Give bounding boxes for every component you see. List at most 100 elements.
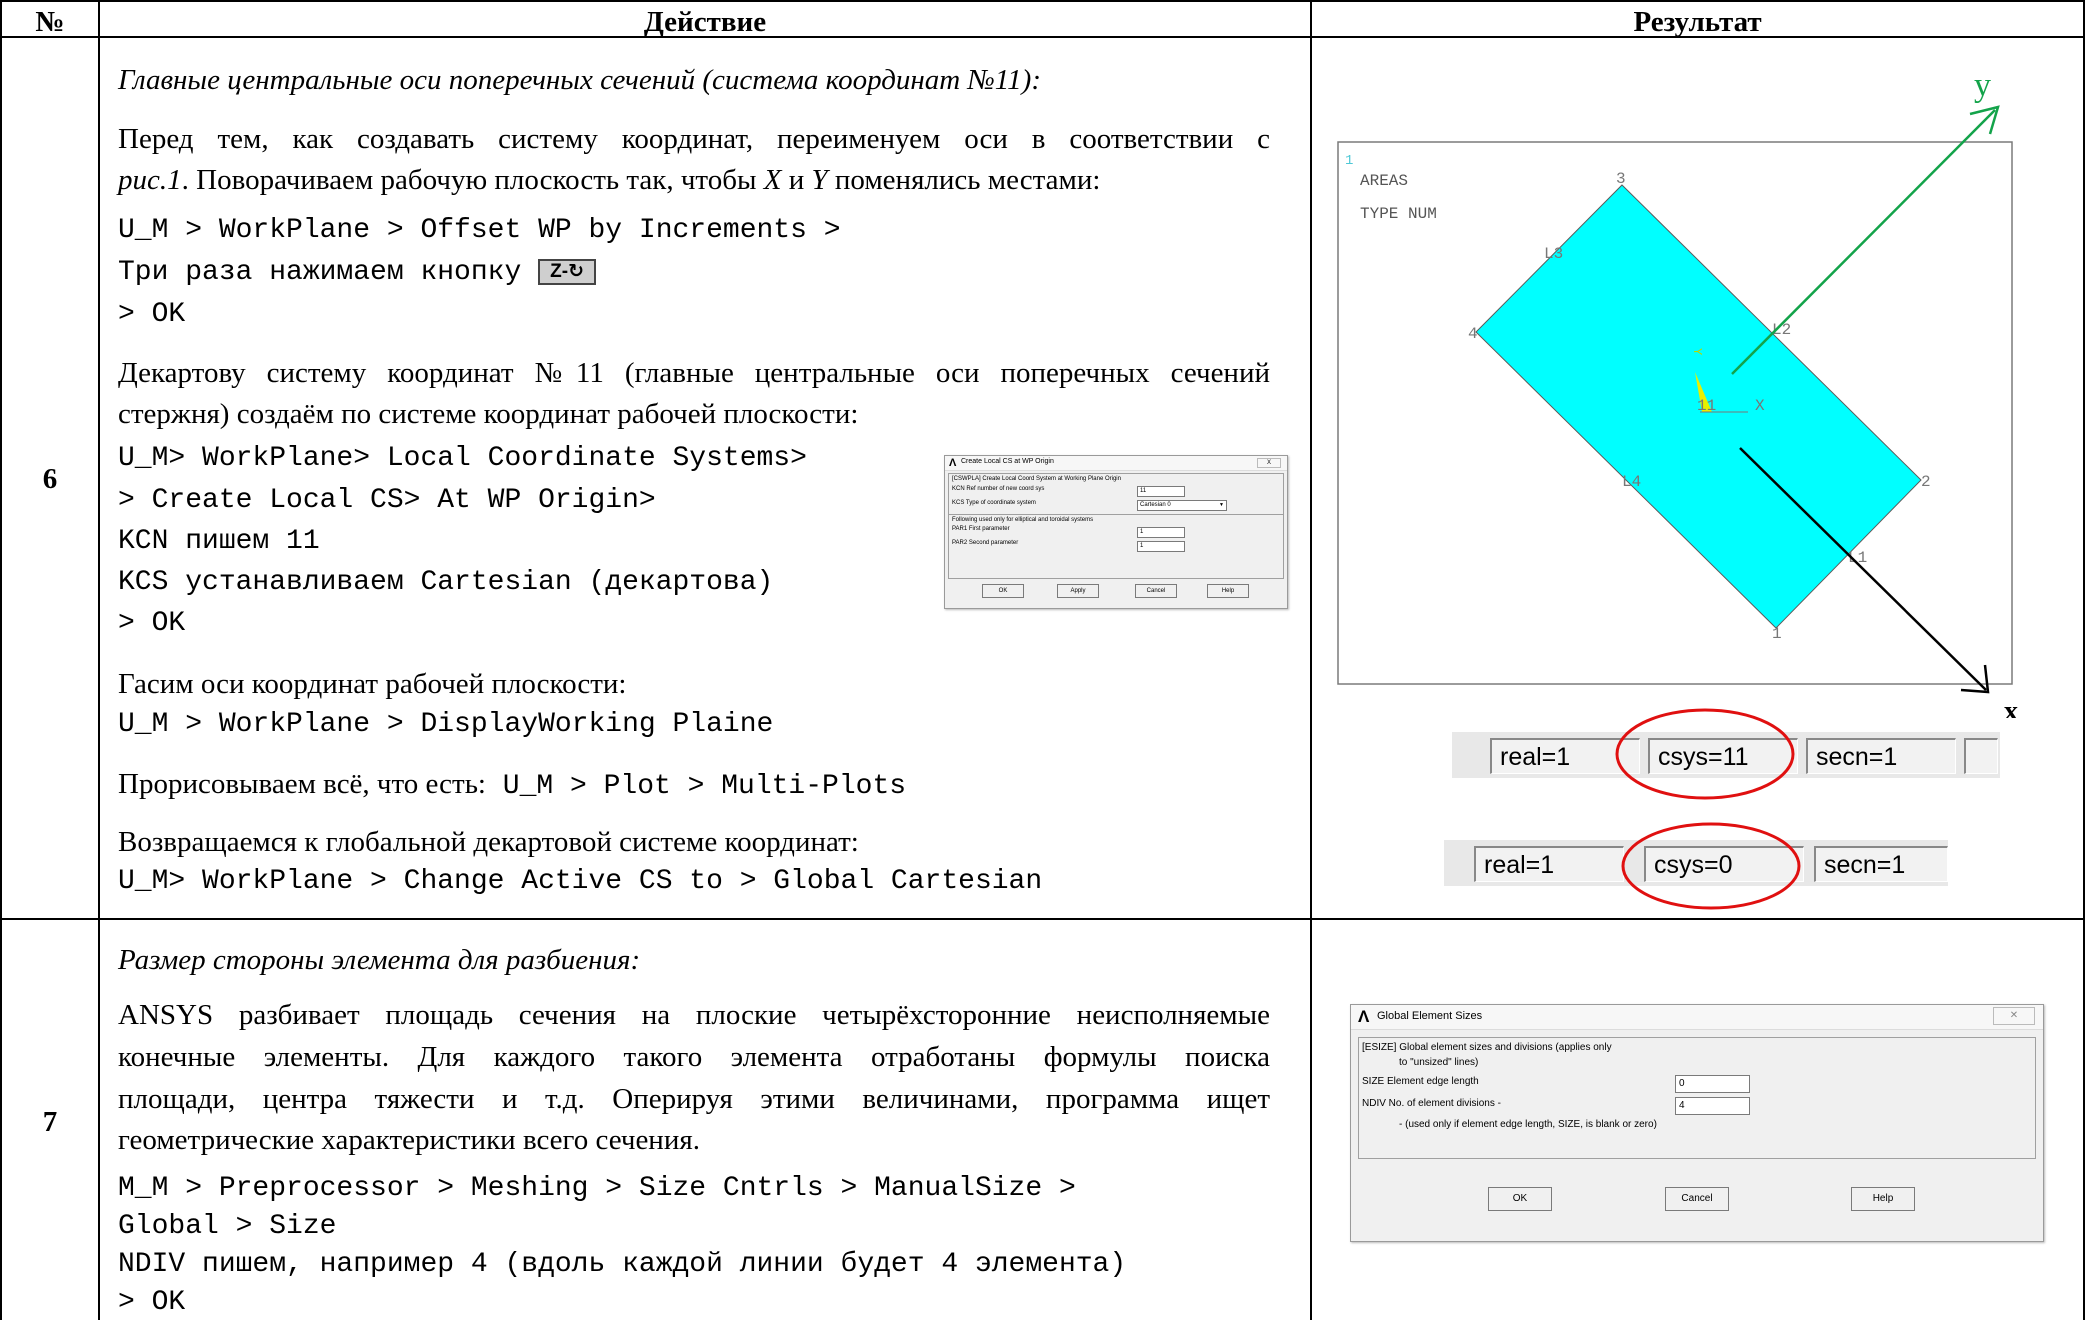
ansys-logo-icon: Λ — [949, 457, 957, 469]
dialog-body-2: [ESIZE] Global element sizes and divisio… — [1358, 1037, 2036, 1159]
size-field[interactable]: 0 — [1675, 1075, 1750, 1093]
row6-cmd-ok-2: > OK — [118, 608, 186, 639]
keypoint-2: 2 — [1921, 473, 1931, 491]
row6-para2-line2: стержня) создаём по системе координат ра… — [118, 398, 859, 430]
par2-field[interactable]: 1 — [1137, 541, 1185, 552]
plot-window-number: 1 — [1345, 153, 1353, 169]
keypoint-4: 4 — [1468, 325, 1478, 343]
row6-cmd-press-text: Три раза нажимаем кнопку — [118, 257, 522, 288]
row-number-6: 6 — [42, 463, 58, 495]
par2-value: 1 — [1140, 543, 1144, 549]
row7-cmd-ndiv: NDIV пишем, например 4 (вдоль каждой лин… — [118, 1249, 1127, 1280]
header-result: Результат — [1633, 6, 1762, 38]
create-local-cs-dialog: Λ Create Local CS at WP Origin X [CSWPLA… — [944, 455, 1288, 609]
row7-line4: геометрические характеристики всего сече… — [118, 1124, 700, 1156]
help-button-2[interactable]: Help — [1851, 1187, 1915, 1211]
kcs-select[interactable]: Cartesian 0 ▼ — [1137, 500, 1227, 511]
row6-para2-line1: Декартову систему координат №11 (главные… — [118, 357, 1270, 389]
size-label: SIZE Element edge length — [1362, 1076, 1479, 1087]
legend-type-num: TYPE NUM — [1360, 205, 1437, 223]
row6-para1-line2: рис.1. Поворачиваем рабочую плоскость та… — [118, 160, 1100, 200]
dialog-body: [CSWPLA] Create Local Coord System at Wo… — [948, 473, 1284, 579]
row6-cmd-global-cart: U_M> WorkPlane > Change Active CS to > G… — [118, 866, 1043, 897]
row7-title-text: Размер стороны элемента для разбиения: — [118, 944, 641, 976]
ndiv-note: - (used only if element edge length, SIZ… — [1399, 1119, 1657, 1130]
row7-line2: конечные элементы. Для каждого такого эл… — [118, 1041, 1270, 1073]
help-button[interactable]: Help — [1207, 584, 1249, 598]
row6-cmd-local-cs: U_M> WorkPlane> Local Coordinate Systems… — [118, 443, 807, 474]
document-page: № Действие Результат 6 Главные центральн… — [0, 0, 2085, 1320]
rotate-arrow-icon: ↻ — [568, 260, 584, 282]
row7-cmd-global-size: Global > Size — [118, 1211, 337, 1242]
status-secn: secn=1 — [1806, 738, 1956, 774]
dropdown-arrow-icon: ▼ — [1219, 502, 1224, 508]
header-action: Действие — [643, 6, 767, 38]
kcn-value: 11 — [1140, 488, 1147, 494]
ndiv-value: 4 — [1679, 1100, 1685, 1111]
row6-title-text: Главные центральные оси поперечных сечен… — [118, 64, 1041, 96]
row6-cmd-kcn: KCN пишем 11 — [118, 526, 320, 557]
row6-cmd-create-local: > Create Local CS> At WP Origin> — [118, 485, 656, 516]
row6-para4-text: Прорисовываем всё, что есть: — [118, 768, 486, 800]
close-icon[interactable]: X — [1257, 458, 1281, 468]
row6-para1-line1: Перед тем, как создавать систему координ… — [118, 123, 1270, 155]
row6-cmd-kcs: KCS устанавливаем Cartesian (декартова) — [118, 567, 774, 598]
row6-para3: Гасим оси координат рабочей плоскости: — [118, 668, 627, 700]
status-empty — [1964, 738, 1998, 774]
axis-x-symbol: X — [763, 164, 782, 196]
rotate-z-button-label: Z- — [550, 260, 569, 282]
row6-cmd-display-wp: U_M > WorkPlane > DisplayWorking Plaine — [118, 709, 774, 740]
row6-cmd-press-button: Три раза нажимаем кнопку Z-↻ — [118, 252, 597, 293]
y-axis-label: y — [1974, 67, 1991, 104]
kcn-label: KCN Ref number of new coord sys — [952, 486, 1045, 492]
table-border-top — [0, 0, 2085, 2]
size-value: 0 — [1679, 1078, 1685, 1089]
row6-para1-text: . Поворачиваем рабочую плоскость так, чт… — [181, 164, 764, 196]
row7-cmd-ok: > OK — [118, 1287, 186, 1318]
figure-reference: рис.1 — [118, 164, 182, 196]
row6-para4: Прорисовываем всё, что есть: U_M > Plot … — [118, 764, 906, 807]
line-label-l3: L3 — [1544, 245, 1563, 263]
highlight-ellipse-csys11 — [1615, 708, 1795, 800]
line-label-l4: L4 — [1622, 473, 1641, 491]
apply-button[interactable]: Apply — [1057, 584, 1099, 598]
row7-title: Размер стороны элемента для разбиения: — [118, 940, 640, 980]
dialog-separator — [949, 514, 1283, 515]
highlight-ellipse-csys0 — [1621, 822, 1801, 910]
keypoint-3: 3 — [1616, 170, 1626, 188]
ansys-areas-plot: 1 AREAS TYPE NUM 3 2 1 4 L3 L2 L4 L1 Y 1… — [1337, 67, 2018, 718]
highlight-ellipse-1 — [1615, 708, 1795, 800]
highlight-ellipse-2 — [1621, 822, 1801, 910]
dialog-title-2: Global Element Sizes — [1377, 1010, 1483, 1022]
row6-para1-end: поменялись местами: — [827, 164, 1101, 196]
dialog-titlebar-2: Λ Global Element Sizes ✕ — [1351, 1005, 2043, 1030]
dialog-line1: [CSWPLA] Create Local Coord System at Wo… — [952, 476, 1121, 482]
kcn-field[interactable]: 11 — [1137, 486, 1185, 497]
par1-field[interactable]: 1 — [1137, 527, 1185, 538]
close-icon-2[interactable]: ✕ — [1993, 1007, 2035, 1025]
cancel-button-2[interactable]: Cancel — [1665, 1187, 1729, 1211]
x-axis-label: x — [2004, 696, 2018, 718]
par1-label: PAR1 First parameter — [952, 526, 1010, 532]
cancel-button[interactable]: Cancel — [1135, 584, 1177, 598]
ansys-logo-icon-2: Λ — [1358, 1007, 1370, 1026]
following-note: Following used only for elliptical and t… — [952, 517, 1094, 523]
dialog-titlebar: Λ Create Local CS at WP Origin X — [945, 456, 1287, 471]
row6-cmd-ok-1: > OK — [118, 299, 186, 330]
rotate-z-button-icon: Z-↻ — [538, 258, 597, 285]
ndiv-field[interactable]: 4 — [1675, 1097, 1750, 1115]
ok-button-2[interactable]: OK — [1488, 1187, 1552, 1211]
row7-line1: ANSYS разбивает площадь сечения на плоск… — [118, 999, 1270, 1031]
status-secn-2: secn=1 — [1814, 846, 1948, 882]
legend-areas: AREAS — [1360, 172, 1408, 190]
par2-label: PAR2 Second parameter — [952, 540, 1019, 546]
local-x-label: X — [1755, 397, 1765, 415]
ok-button[interactable]: OK — [982, 584, 1024, 598]
status-real-2: real=1 — [1474, 846, 1624, 882]
row6-title: Главные центральные оси поперечных сечен… — [118, 60, 1041, 100]
dialog-title: Create Local CS at WP Origin — [961, 458, 1054, 465]
kcs-label: KCS Type of coordinate system — [952, 500, 1036, 506]
local-cs-label: 11 — [1697, 397, 1716, 415]
par1-value: 1 — [1140, 529, 1144, 535]
row6-para5: Возвращаемся к глобальной декартовой сис… — [118, 826, 859, 858]
